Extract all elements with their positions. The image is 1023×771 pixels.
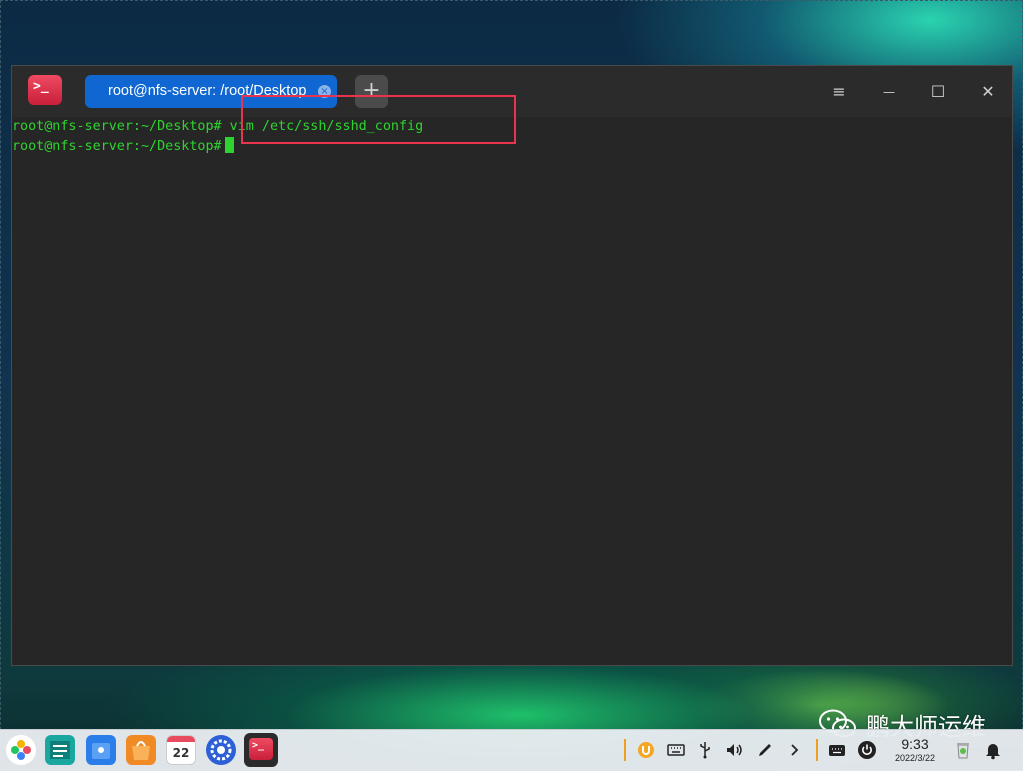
terminal-prompt: root@nfs-server:~/Desktop# (12, 139, 222, 154)
volume-icon[interactable] (724, 740, 744, 760)
tray-separator (816, 739, 818, 761)
clock-time: 9:33 (901, 736, 929, 752)
chevron-right-icon[interactable] (784, 740, 804, 760)
tray-separator (624, 739, 626, 761)
clock[interactable]: 9:33 2022/3/22 (888, 736, 942, 764)
app-store-icon[interactable] (86, 735, 116, 765)
terminal-window[interactable]: >_ root@nfs-server: /root/Desktop × + ≡ … (11, 65, 1013, 666)
file-manager-icon[interactable] (45, 735, 75, 765)
launcher-icon[interactable] (6, 735, 36, 765)
input-method-icon[interactable] (827, 740, 847, 760)
notification-bell-icon[interactable] (983, 740, 1003, 760)
text-cursor (224, 137, 234, 153)
onboard-icon[interactable] (636, 740, 656, 760)
usb-icon[interactable] (695, 740, 715, 760)
shop-icon[interactable] (126, 735, 156, 765)
maximize-icon[interactable]: ☐ (924, 78, 952, 106)
calendar-icon[interactable]: 22 (166, 735, 196, 765)
clock-date: 2022/3/22 (894, 753, 936, 763)
terminal-app-icon[interactable]: >_ (28, 75, 62, 105)
terminal-dock-icon[interactable]: >_ (244, 733, 278, 767)
menu-icon[interactable]: ≡ (825, 78, 853, 106)
calendar-day: 22 (172, 746, 190, 760)
pen-icon[interactable] (755, 740, 775, 760)
terminal-output[interactable]: root@nfs-server:~/Desktop# vim /etc/ssh/… (12, 117, 1012, 665)
keyboard-icon[interactable] (666, 740, 686, 760)
settings-icon[interactable] (206, 735, 236, 765)
power-icon[interactable] (857, 740, 877, 760)
annotation-highlight-box (241, 95, 516, 144)
minimize-icon[interactable]: — (875, 78, 903, 106)
terminal-prompt-line: root@nfs-server:~/Desktop# (12, 137, 234, 156)
trash-icon[interactable] (953, 740, 973, 760)
close-icon[interactable]: ✕ (974, 78, 1002, 106)
taskbar: 22 >_ 9:33 2022/3/22 (0, 729, 1023, 771)
